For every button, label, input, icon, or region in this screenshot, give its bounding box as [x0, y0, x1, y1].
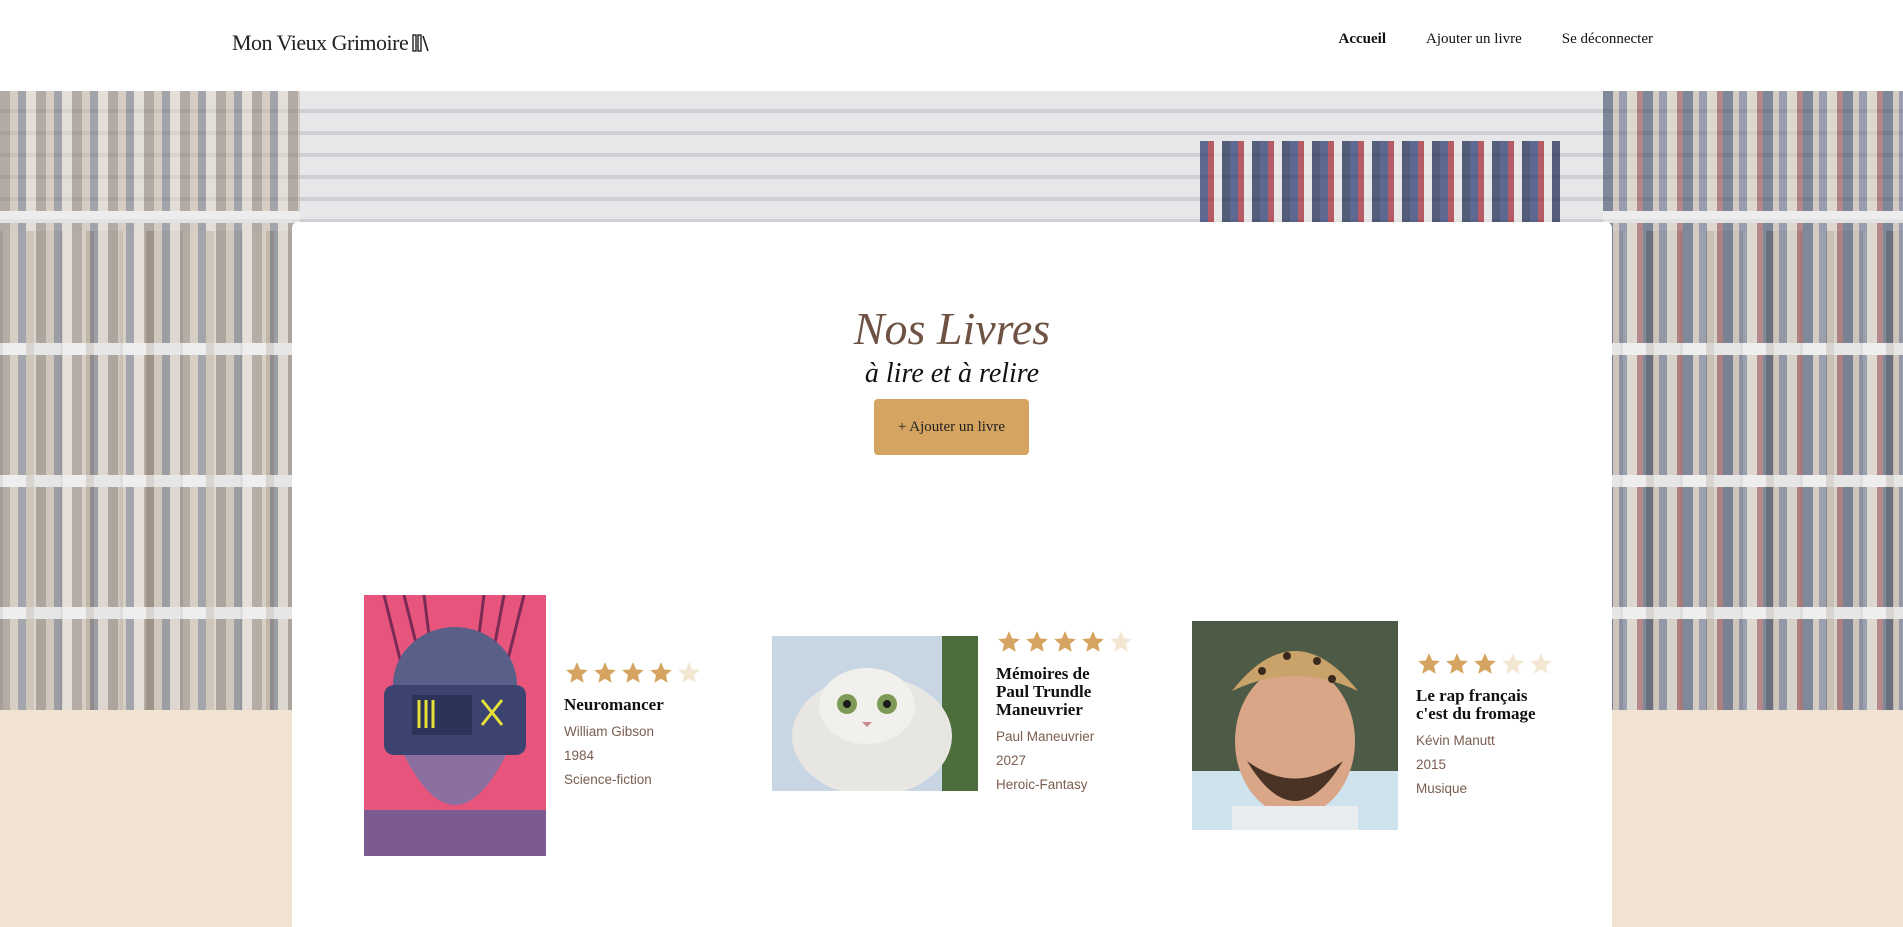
book-title: Le rap français c'est du fromage — [1416, 685, 1536, 723]
star-filled-icon — [1446, 652, 1468, 674]
books-panel: Nos Livres à lire et à relire + Ajouter … — [292, 222, 1612, 927]
book-title: Neuromancer — [564, 694, 664, 714]
nav-deconnexion[interactable]: Se déconnecter — [1562, 31, 1653, 48]
nav-accueil[interactable]: Accueil — [1339, 31, 1386, 48]
star-filled-icon — [650, 661, 672, 683]
books-icon — [412, 34, 430, 52]
cover-illustration-cat — [772, 635, 978, 791]
add-book-button[interactable]: + Ajouter un livre — [874, 399, 1029, 455]
star-filled-icon — [1082, 631, 1104, 652]
book-author: Paul Maneuvrier — [996, 729, 1095, 744]
book-info: Le rap français c'est du fromage Kévin M… — [1416, 651, 1556, 801]
star-filled-icon — [566, 661, 588, 683]
book-info: Neuromancer William Gibson 1984 Science-… — [564, 660, 702, 792]
book-cover[interactable] — [772, 635, 978, 791]
logo[interactable]: Mon Vieux Grimoire — [232, 30, 430, 56]
book-title: Mémoires de Paul Trundle Maneuvrier — [996, 664, 1092, 719]
logo-text: Mon Vieux Grimoire — [232, 30, 409, 55]
book-author: Kévin Manutt — [1416, 732, 1495, 748]
cover-illustration-portrait — [1192, 621, 1398, 830]
cover-illustration-cyberpunk — [364, 595, 546, 856]
book-cover[interactable] — [364, 595, 546, 856]
book-genre: Heroic-Fantasy — [996, 777, 1088, 792]
star-empty-icon — [1502, 652, 1524, 674]
star-filled-icon — [622, 661, 644, 683]
hero-shelf-right — [1603, 91, 1903, 710]
book-rating — [564, 660, 702, 686]
book-card[interactable]: Neuromancer William Gibson 1984 Science-… — [364, 595, 702, 856]
star-empty-icon — [678, 661, 700, 683]
page-subtitle: à lire et à relire — [864, 358, 1040, 389]
main-nav: Accueil Ajouter un livre Se déconnecter — [1339, 31, 1654, 48]
star-filled-icon — [1054, 631, 1076, 652]
star-filled-icon — [1418, 652, 1440, 674]
star-empty-icon — [1530, 652, 1552, 674]
book-year: 2027 — [996, 753, 1027, 768]
star-filled-icon — [1474, 652, 1496, 674]
book-cover[interactable] — [1192, 621, 1398, 830]
book-rating — [996, 629, 1134, 655]
book-card[interactable]: Mémoires de Paul Trundle Maneuvrier Paul… — [772, 629, 1134, 797]
book-card[interactable]: Le rap français c'est du fromage Kévin M… — [1192, 621, 1556, 830]
book-genre: Musique — [1416, 780, 1468, 796]
book-author: William Gibson — [564, 723, 655, 739]
book-info: Mémoires de Paul Trundle Maneuvrier Paul… — [996, 629, 1134, 797]
hero-shelf-left — [0, 91, 300, 710]
book-year: 1984 — [564, 747, 595, 763]
nav-ajouter-livre[interactable]: Ajouter un livre — [1426, 31, 1522, 48]
star-empty-icon — [1110, 631, 1132, 652]
page-title: Nos Livres — [853, 303, 1051, 354]
book-genre: Science-fiction — [564, 771, 652, 787]
header: Mon Vieux Grimoire Accueil Ajouter un li… — [0, 0, 1903, 91]
book-rating — [1416, 651, 1556, 677]
star-filled-icon — [594, 661, 616, 683]
star-filled-icon — [1026, 631, 1048, 652]
book-year: 2015 — [1416, 756, 1447, 772]
star-filled-icon — [998, 631, 1020, 652]
